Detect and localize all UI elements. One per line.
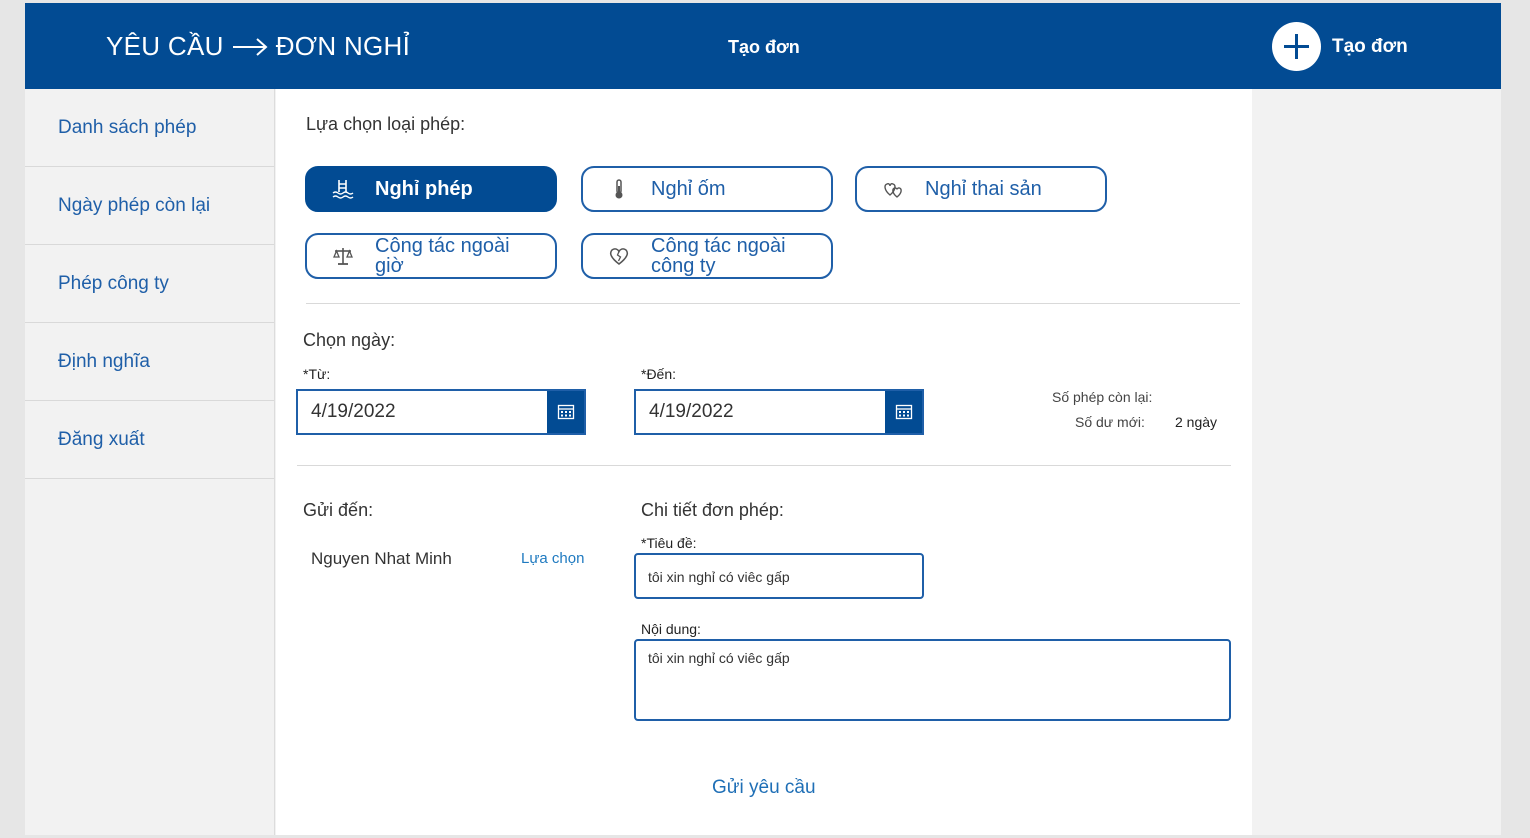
leave-type-label: Nghỉ phép xyxy=(375,178,473,200)
sidebar-item-label: Phép công ty xyxy=(58,272,169,294)
dates-heading: Chọn ngày: xyxy=(303,330,396,350)
title-input[interactable]: tôi xin nghỉ có viêc gấp xyxy=(634,553,924,599)
sidebar-item-leave-list[interactable]: Danh sách phép xyxy=(25,89,274,167)
leave-type-heading: Lựa chọn loại phép: xyxy=(306,114,466,134)
content-textarea[interactable]: tôi xin nghỉ có viêc gấp xyxy=(634,639,1231,721)
to-calendar-button[interactable] xyxy=(885,391,922,433)
from-date-value: 4/19/2022 xyxy=(311,401,396,422)
thermometer-icon xyxy=(615,179,623,199)
sidebar-item-company-leave[interactable]: Phép công ty xyxy=(25,245,274,323)
to-date-value: 4/19/2022 xyxy=(649,401,734,422)
pool-icon xyxy=(332,180,354,199)
sidebar: Danh sách phép Ngày phép còn lại Phép cô… xyxy=(25,89,275,835)
leave-type-label: Công tác ngoài công ty xyxy=(651,236,786,276)
scale-icon xyxy=(333,248,353,265)
leave-type-label: Nghỉ thai sản xyxy=(925,178,1042,200)
sidebar-item-label: Đăng xuất xyxy=(58,428,145,450)
title-label: *Tiêu đề: xyxy=(641,535,697,551)
leave-type-label-line2: giờ xyxy=(375,255,404,277)
details-heading: Chi tiết đơn phép: xyxy=(641,500,784,520)
breadcrumb-current: ĐƠN NGHỈ xyxy=(275,31,411,61)
hearts-icon xyxy=(884,183,902,198)
sidebar-item-definitions[interactable]: Định nghĩa xyxy=(25,323,274,401)
new-balance-value: 2 ngày xyxy=(1175,414,1218,430)
breadcrumb-parent: YÊU CẦU xyxy=(106,31,224,61)
from-date-field[interactable]: 4/19/2022 xyxy=(296,389,586,435)
recipient-name: Nguyen Nhat Minh xyxy=(311,549,452,568)
leave-type-label-line1: Công tác ngoài xyxy=(375,235,510,257)
to-date-field[interactable]: 4/19/2022 xyxy=(634,389,924,435)
sidebar-item-label: Định nghĩa xyxy=(58,350,150,372)
main-panel: Lựa chọn loại phép: Nghỉ phép Nghỉ ốm Ng… xyxy=(276,89,1252,835)
leave-type-overtime-work[interactable]: Công tác ngoài giờ xyxy=(305,233,557,279)
submit-request-button[interactable]: Gửi yêu cầu xyxy=(712,777,816,799)
arrow-right-icon xyxy=(232,37,268,56)
leave-type-sick[interactable]: Nghỉ ốm xyxy=(581,166,833,212)
broken-heart-icon xyxy=(609,248,629,265)
content-label: Nội dung: xyxy=(641,621,701,637)
leave-type-label-line1: Công tác ngoài xyxy=(651,235,786,257)
leave-type-annual[interactable]: Nghỉ phép xyxy=(305,166,557,212)
choose-recipient-link[interactable]: Lựa chọn xyxy=(521,550,584,567)
section-divider xyxy=(306,303,1240,304)
calendar-icon xyxy=(895,404,912,420)
create-request-button[interactable]: Tạo đơn xyxy=(1272,22,1408,71)
page-title: Tạo đơn xyxy=(728,37,800,57)
from-label: *Từ: xyxy=(303,366,331,382)
sidebar-item-label: Ngày phép còn lại xyxy=(58,194,211,216)
sidebar-item-label: Danh sách phép xyxy=(58,116,197,138)
calendar-icon xyxy=(557,404,574,420)
leave-type-maternity[interactable]: Nghỉ thai sản xyxy=(855,166,1107,212)
plus-icon xyxy=(1272,22,1321,71)
app-frame: YÊU CẦU ĐƠN NGHỈ Tạo đơn Tạo đơn Danh sá… xyxy=(25,3,1501,835)
send-to-heading: Gửi đến: xyxy=(303,500,374,520)
sidebar-item-remaining-days[interactable]: Ngày phép còn lại xyxy=(25,167,274,245)
from-calendar-button[interactable] xyxy=(547,391,584,433)
top-header: YÊU CẦU ĐƠN NGHỈ Tạo đơn Tạo đơn xyxy=(25,3,1501,89)
right-gutter xyxy=(1252,89,1501,835)
sidebar-item-logout[interactable]: Đăng xuất xyxy=(25,401,274,479)
breadcrumb: YÊU CẦU ĐƠN NGHỈ xyxy=(106,31,410,62)
leave-type-label: Công tác ngoài giờ xyxy=(375,236,510,276)
to-label: *Đến: xyxy=(641,366,677,382)
remaining-label: Số phép còn lại: xyxy=(1052,389,1153,405)
new-balance-label: Số dư mới: xyxy=(1075,414,1145,430)
leave-type-label: Nghỉ ốm xyxy=(651,178,726,200)
section-divider xyxy=(297,465,1231,466)
create-request-label: Tạo đơn xyxy=(1332,35,1408,57)
leave-type-label-line2: công ty xyxy=(651,255,716,277)
leave-type-offsite-work[interactable]: Công tác ngoài công ty xyxy=(581,233,833,279)
